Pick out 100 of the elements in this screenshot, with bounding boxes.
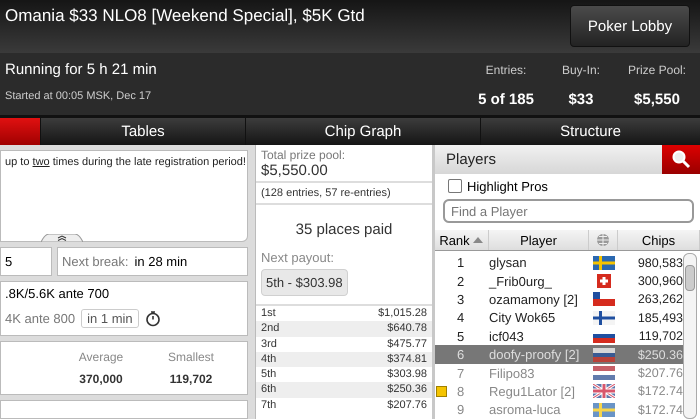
- scrollbar[interactable]: [683, 253, 697, 419]
- places-paid: 35 places paid: [294, 221, 394, 238]
- poker-lobby-button[interactable]: Poker Lobby: [570, 5, 690, 47]
- flag-icon: [592, 366, 614, 380]
- payout-amount: $250.36: [387, 382, 427, 398]
- rank-cell-text: 4: [456, 310, 466, 326]
- start-time: Started at 00:05 MSK, Dec 17: [5, 90, 152, 102]
- player-name: Regu1Lator [2]: [489, 384, 576, 399]
- message-link[interactable]: two: [32, 156, 50, 168]
- player-name: ozamamony [2]: [489, 292, 579, 307]
- globe-icon[interactable]: [596, 233, 610, 248]
- payout-amount: $640.78: [387, 321, 427, 336]
- stack-label: Smallest: [166, 350, 215, 364]
- player-name: doofy-proofy [2]: [489, 347, 580, 362]
- stat-value: $33: [568, 91, 594, 108]
- stat-value: 5 of 185: [478, 91, 534, 108]
- registration-message: up to two times during the late registration period!: [5, 156, 246, 168]
- rank-cell-text: 2: [456, 274, 466, 289]
- payout-amount: $207.76: [387, 398, 427, 413]
- find-player-field[interactable]: Find a Player: [443, 198, 694, 224]
- scroll-thumb[interactable]: [685, 265, 695, 292]
- running-time: Running for 5 h 21 min: [5, 61, 157, 78]
- payout-place: 3rd: [261, 336, 277, 352]
- flag-icon: [592, 402, 614, 417]
- total-prize-value: $5,550.00: [261, 162, 329, 179]
- rank-cell-text: 3: [456, 292, 466, 307]
- chips-cell-text: $250.36: [636, 348, 683, 362]
- search-icon: [671, 149, 691, 170]
- player-name: City Wok65: [489, 310, 556, 326]
- rank-header[interactable]: Rank: [435, 230, 489, 250]
- stat-label: Entries:: [486, 63, 526, 77]
- flag-icon: [592, 292, 614, 306]
- payout-amount: $1,015.28: [378, 306, 427, 321]
- current-blinds: .8K/5.6K ante 700: [5, 286, 110, 302]
- player-row[interactable]: 7 Filipo83 $207.76: [435, 364, 685, 382]
- chips-cell-text: $172.74: [636, 402, 683, 417]
- payout-amount: $303.98: [387, 367, 427, 382]
- stat-label: Buy-In:: [562, 63, 600, 77]
- next-level-timer: in 1 min: [81, 309, 139, 328]
- player-name: icf043: [489, 328, 525, 344]
- sort-icon: [472, 236, 484, 244]
- next-blinds: 4K ante 800: [5, 311, 76, 326]
- player-row[interactable]: 3 ozamamony [2] 263,262: [435, 290, 685, 309]
- player-row[interactable]: 4 City Wok65 185,493: [435, 308, 685, 328]
- rank-cell-text: 6: [456, 347, 466, 362]
- flag-icon: [592, 348, 614, 362]
- chips-cell-text: 300,960: [636, 274, 683, 288]
- stack-label: Average: [78, 350, 124, 364]
- tournament-title: Omania $33 NLO8 [Weekend Special], $5K Gtd: [5, 6, 365, 26]
- players-title: Players: [445, 150, 496, 168]
- rank-cell-text: 5: [456, 328, 466, 344]
- player-row[interactable]: 2 _Frib0urg_ 300,960: [435, 272, 685, 290]
- tab[interactable]: [0, 118, 40, 145]
- payout-amount: $374.81: [387, 352, 427, 367]
- payout-place: 5th: [261, 367, 276, 382]
- tab[interactable]: Chip Graph: [246, 118, 480, 145]
- rank-cell-text: 1: [456, 255, 466, 270]
- chips-cell-text: 980,583: [636, 256, 683, 270]
- payout-amount: $475.77: [387, 336, 427, 352]
- tab[interactable]: Structure: [481, 118, 700, 145]
- level-value: 5: [5, 254, 12, 270]
- highlight-checkbox[interactable]: [448, 179, 462, 194]
- stat-label: Prize Pool:: [628, 63, 686, 77]
- player-header[interactable]: Player: [489, 230, 589, 250]
- payout-place: 2nd: [261, 321, 280, 336]
- player-row[interactable]: 9 asroma-luca $172.74: [435, 400, 685, 419]
- player-name: Filipo83: [489, 366, 536, 381]
- player-row[interactable]: 1 glysan 980,583: [435, 253, 685, 272]
- stopwatch-icon: [144, 310, 161, 328]
- rank-cell-text: 9: [456, 402, 466, 418]
- payout-place: 4th: [261, 352, 276, 367]
- highlight-label: Highlight Pros: [467, 178, 548, 194]
- chips-cell-text: 119,702: [638, 329, 683, 344]
- stack-value: 370,000: [78, 372, 124, 386]
- player-name: asroma-luca: [489, 402, 562, 418]
- payout-place: 1st: [261, 306, 276, 321]
- total-prize-label: Total prize pool:: [261, 148, 346, 162]
- entries-note: (128 entries, 57 re-entries): [261, 187, 391, 199]
- player-name: glysan: [489, 255, 528, 270]
- rank-cell-text: 8: [456, 384, 466, 399]
- player-row[interactable]: 8 Regu1Lator [2] $172.74: [435, 382, 685, 401]
- flag-icon: [592, 384, 614, 398]
- next-break-label: Next break:: [62, 254, 128, 270]
- stat-value: $5,550: [634, 91, 680, 108]
- next-break-value: in 28 min: [134, 254, 188, 270]
- chips-cell-text: $172.74: [636, 384, 683, 398]
- tab[interactable]: Tables: [41, 118, 245, 145]
- next-payout-value: 5th - $303.98: [261, 269, 348, 296]
- expand-handle[interactable]: [41, 234, 83, 242]
- player-row[interactable]: 5 icf043 119,702: [435, 327, 685, 346]
- chips-cell-text: $207.76: [636, 366, 683, 380]
- chips-header[interactable]: Chips: [618, 230, 700, 250]
- search-button[interactable]: [662, 145, 700, 174]
- next-payout-label: Next payout:: [260, 250, 335, 265]
- rank-cell-text: 7: [456, 366, 466, 381]
- flag-icon: [592, 310, 614, 325]
- payout-place: 7th: [261, 398, 276, 413]
- stack-value: 119,702: [168, 372, 214, 386]
- chips-cell-text: 185,493: [636, 310, 683, 325]
- chips-cell-text: 263,262: [636, 292, 683, 306]
